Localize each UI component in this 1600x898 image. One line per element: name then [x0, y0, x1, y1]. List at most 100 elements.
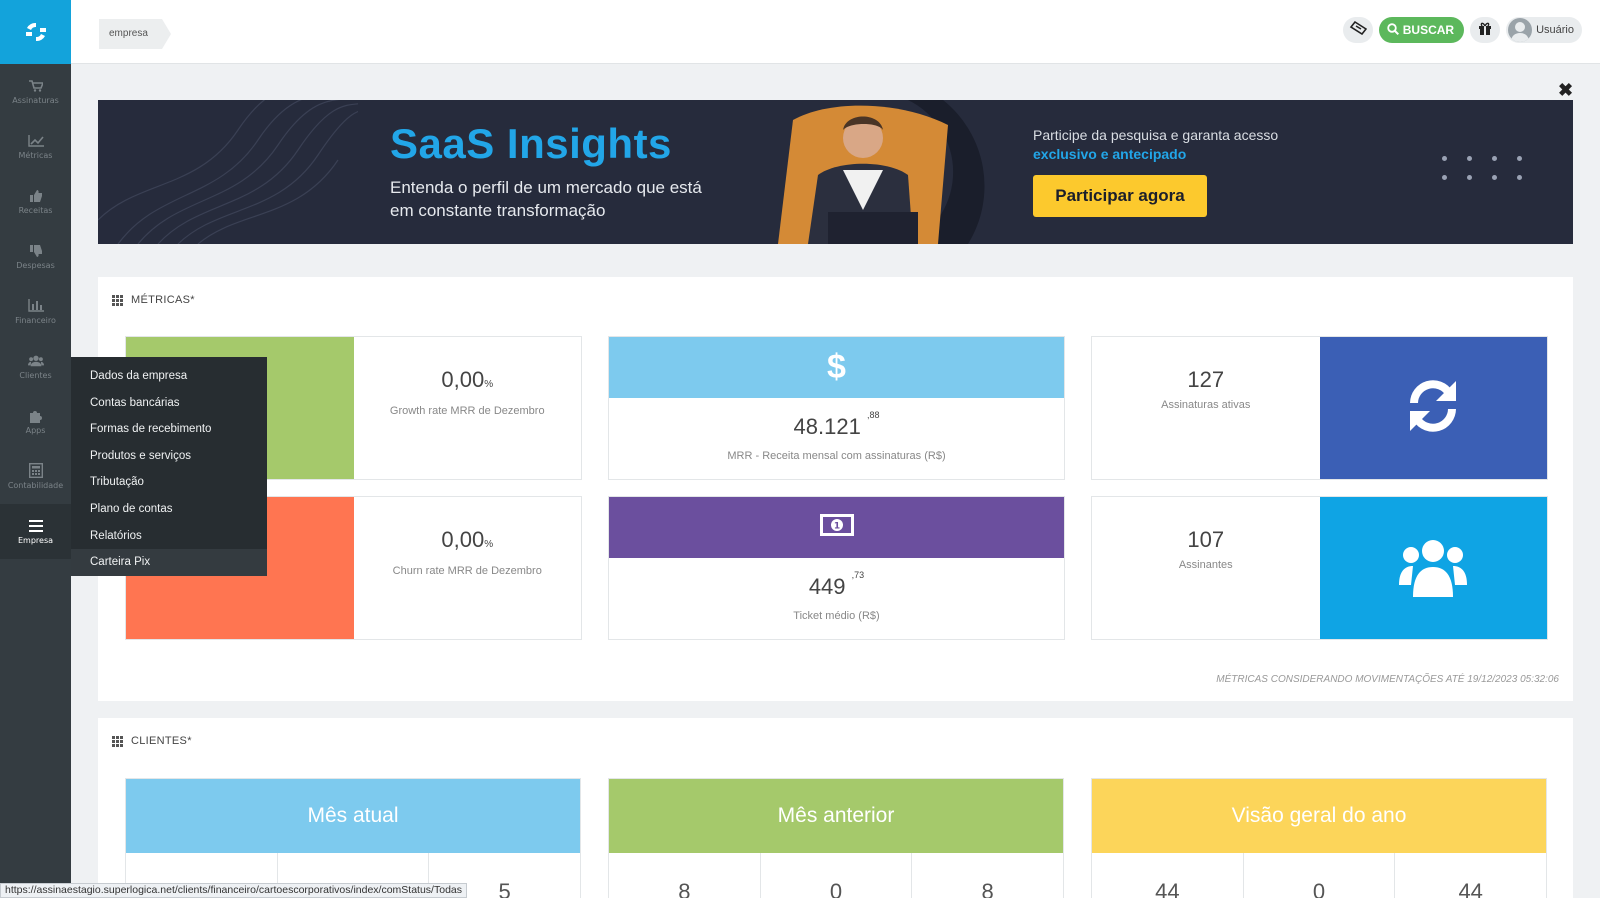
- grid-icon: [112, 294, 123, 306]
- refresh-icon: [1404, 377, 1462, 440]
- active-subscriptions-caption: Assinaturas ativas: [1161, 399, 1251, 411]
- menu-item-dados-empresa[interactable]: Dados da empresa: [71, 363, 267, 390]
- active-subscriptions-color-block: [1319, 337, 1547, 479]
- menu-item-produtos-servicos[interactable]: Produtos e serviços: [71, 443, 267, 470]
- active-subscriptions-card[interactable]: 127 Assinaturas ativas: [1091, 336, 1548, 480]
- user-name: Usuário: [1536, 24, 1574, 36]
- menu-item-plano-contas[interactable]: Plano de contas: [71, 496, 267, 523]
- mrr-header: $: [609, 337, 1064, 398]
- sidebar-item-label: Financeiro: [15, 315, 56, 325]
- mrr-caption: MRR - Receita mensal com assinaturas (R$…: [727, 450, 946, 462]
- active-subscriptions-value: 127: [1187, 367, 1225, 392]
- promo-banner[interactable]: SaaS Insights Entenda o perfil de um mer…: [98, 100, 1573, 244]
- banner-close-button[interactable]: ✖: [1558, 80, 1573, 101]
- calculator-icon: [28, 463, 44, 478]
- ticket-button[interactable]: [1342, 17, 1373, 43]
- topbar-actions: BUSCAR Usuário: [1342, 17, 1582, 43]
- dots-decoration: [1442, 156, 1522, 180]
- banner-invite-highlight: exclusivo e antecipado: [1033, 146, 1187, 162]
- users-icon: [27, 354, 44, 368]
- sidebar-item-contabilidade[interactable]: Contabilidade: [0, 449, 71, 504]
- logo-icon: [25, 22, 46, 42]
- dollar-icon: $: [827, 348, 846, 386]
- sidebar-item-label: Contabilidade: [7, 480, 64, 490]
- grid-icon: [112, 735, 123, 747]
- thumbs-up-icon: [28, 189, 44, 203]
- user-menu[interactable]: Usuário: [1506, 17, 1582, 43]
- sidebar: Assinaturas Métricas Receitas Despesas F…: [0, 0, 71, 898]
- mrr-value: 48.121 ,88: [793, 410, 880, 439]
- year-overview-value: 0: [1244, 853, 1396, 898]
- year-overview-value: 44: [1458, 879, 1483, 898]
- subscribers-card[interactable]: 107 Assinantes: [1091, 496, 1548, 640]
- clients-title: CLIENTES*: [131, 735, 192, 747]
- sidebar-item-label: Receitas: [18, 205, 53, 215]
- participate-button[interactable]: Participar agora: [1033, 175, 1207, 217]
- subscribers-value: 107: [1187, 527, 1225, 552]
- ticket-value: 449 ,73: [808, 570, 865, 599]
- subscribers-caption: Assinantes: [1178, 559, 1233, 571]
- previous-month-value: 8: [609, 853, 761, 898]
- sidebar-item-financeiro[interactable]: Financeiro: [0, 284, 71, 339]
- sidebar-item-label: Despesas: [16, 260, 55, 270]
- growth-caption: Growth rate MRR de Dezembro: [389, 405, 545, 417]
- year-overview-value: 44: [1092, 853, 1244, 898]
- sidebar-item-assinaturas[interactable]: Assinaturas: [0, 64, 71, 119]
- banner-invite-prefix: Participe da pesquisa e garanta acesso: [1033, 127, 1279, 143]
- menu-item-contas-bancarias[interactable]: Contas bancárias: [71, 390, 267, 417]
- sidebar-item-label: Apps: [25, 425, 46, 435]
- menu-lines-icon: [28, 519, 44, 533]
- menu-item-formas-recebimento[interactable]: Formas de recebimento: [71, 416, 267, 443]
- metrics-panel: MÉTRICAS* 0,00% Growth rate MRR de Dezem…: [98, 277, 1573, 701]
- previous-month-value: 0: [761, 853, 913, 898]
- growth-value: 0,00%: [441, 367, 494, 392]
- year-overview-values: 44 0 44: [1092, 853, 1546, 898]
- gift-button[interactable]: [1470, 17, 1501, 43]
- sidebar-item-receitas[interactable]: Receitas: [0, 174, 71, 229]
- ticket-header: 1: [609, 497, 1064, 558]
- bar-chart-icon: [27, 299, 44, 313]
- sidebar-item-metricas[interactable]: Métricas: [0, 119, 71, 174]
- person-photo: [778, 100, 985, 244]
- metrics-footnote: MÉTRICAS CONSIDERANDO MOVIMENTAÇÕES ATÉ …: [1216, 674, 1559, 685]
- clients-panel: CLIENTES* Mês atual 5 Mês anterior 8 0 8…: [98, 718, 1573, 898]
- ticket-icon: [1349, 20, 1367, 40]
- churn-value: 0,00%: [441, 527, 494, 552]
- link-status-bar: https://assinaestagio.superlogica.net/cl…: [0, 883, 467, 898]
- previous-month-header: Mês anterior: [609, 779, 1063, 853]
- mrr-card[interactable]: $ 48.121 ,88 MRR - Receita mensal com as…: [608, 336, 1065, 480]
- topbar: empresa BUSCAR Usuário: [71, 0, 1600, 64]
- ticket-caption: Ticket médio (R$): [793, 610, 880, 622]
- thumbs-down-icon: [28, 244, 44, 258]
- menu-item-carteira-pix[interactable]: Carteira Pix: [71, 549, 267, 576]
- menu-item-tributacao[interactable]: Tributação: [71, 469, 267, 496]
- year-overview-header: Visão geral do ano: [1092, 779, 1546, 853]
- sidebar-item-despesas[interactable]: Despesas: [0, 229, 71, 284]
- panel-title: MÉTRICAS*: [112, 294, 195, 306]
- subscribers-color-block: [1319, 497, 1547, 639]
- breadcrumb[interactable]: empresa: [99, 19, 171, 49]
- year-overview-card[interactable]: Visão geral do ano 44 0 44: [1091, 778, 1547, 898]
- puzzle-icon: [28, 409, 44, 423]
- sidebar-item-label: Métricas: [18, 150, 53, 160]
- ticket-card[interactable]: 1 449 ,73 Ticket médio (R$): [608, 496, 1065, 640]
- current-month-card[interactable]: Mês atual 5: [125, 778, 581, 898]
- avatar: [1508, 18, 1533, 42]
- search-icon: [1387, 22, 1399, 38]
- search-label: BUSCAR: [1402, 23, 1455, 37]
- users-group-icon: [1397, 535, 1469, 602]
- search-button[interactable]: BUSCAR: [1378, 17, 1465, 43]
- sidebar-item-clientes[interactable]: Clientes: [0, 339, 71, 394]
- current-month-header: Mês atual: [126, 779, 580, 853]
- app-logo[interactable]: [0, 0, 71, 64]
- metrics-title: MÉTRICAS*: [131, 294, 195, 306]
- menu-item-relatorios[interactable]: Relatórios: [71, 523, 267, 550]
- sidebar-item-empresa[interactable]: Empresa: [0, 504, 71, 559]
- sidebar-item-apps[interactable]: Apps: [0, 394, 71, 449]
- money-bill-icon: 1: [819, 513, 855, 542]
- svg-text:1: 1: [833, 522, 839, 532]
- previous-month-card[interactable]: Mês anterior 8 0 8: [608, 778, 1064, 898]
- banner-invite-text: Participe da pesquisa e garanta acesso e…: [1033, 126, 1293, 164]
- banner-subtitle: Entenda o perfil de um mercado que está …: [390, 178, 702, 220]
- wave-pattern-graphic: [98, 100, 358, 244]
